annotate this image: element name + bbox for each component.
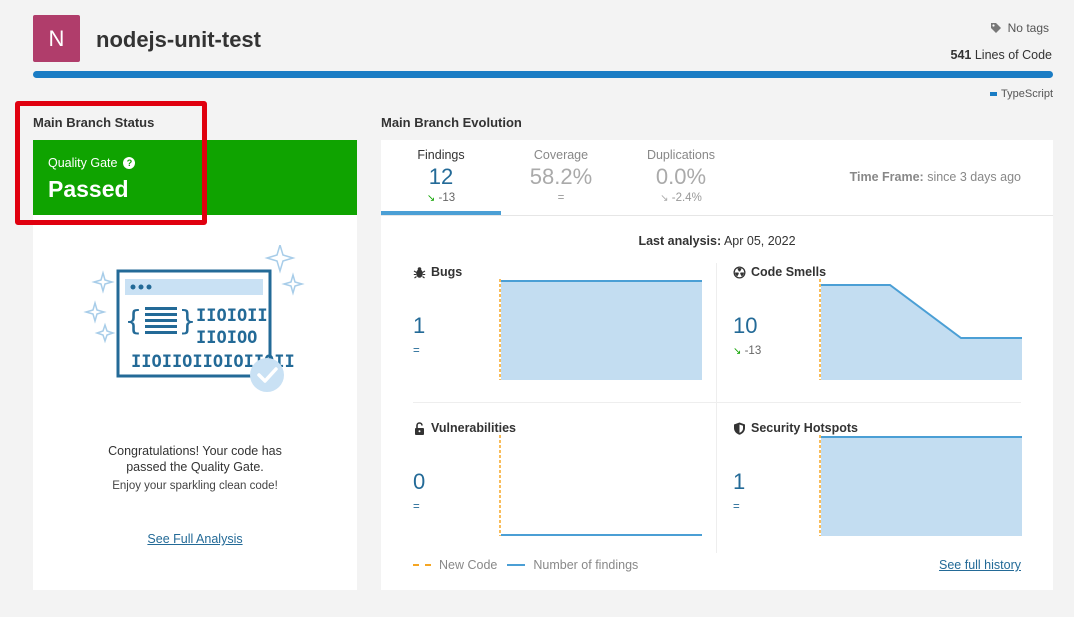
metric-code-smells-title: Code Smells — [733, 265, 826, 279]
metric-vulnerabilities-delta: = — [413, 501, 420, 513]
tab-duplications-delta: ↘ -2.4% — [660, 192, 702, 204]
svg-text:IIOIOII: IIOIOII — [196, 306, 268, 326]
congrats-subtext: Enjoy your sparkling clean code! — [112, 480, 278, 492]
project-avatar: N — [33, 15, 80, 62]
tab-duplications-label: Duplications — [646, 148, 716, 162]
tab-coverage-label: Coverage — [533, 148, 589, 162]
metric-bugs-value: 1 — [413, 313, 426, 338]
project-title[interactable]: nodejs-unit-test — [96, 27, 261, 53]
chart-legend: New Code Number of findings — [413, 558, 638, 572]
metric-vulnerabilities[interactable]: Vulnerabilities 0 = — [381, 421, 702, 565]
highlight-box — [15, 101, 207, 225]
metric-bugs[interactable]: Bugs 1 = — [381, 265, 702, 409]
metric-bugs-title: Bugs — [413, 265, 462, 279]
tags-label: No tags — [1007, 21, 1049, 35]
see-full-analysis-link[interactable]: See Full Analysis — [33, 532, 357, 546]
findings-area — [501, 281, 702, 380]
metric-security-hotspots-title: Security Hotspots — [733, 421, 858, 435]
legend-number-of-findings: Number of findings — [507, 558, 638, 572]
svg-text:IIOIOO: IIOIOO — [196, 328, 257, 348]
last-analysis: Last analysis: Apr 05, 2022 — [381, 234, 1053, 248]
metric-code-smells-label: Code Smells — [751, 265, 827, 279]
tab-duplications[interactable]: Duplications 0.0% ↘ -2.4% — [621, 140, 741, 215]
shield-icon — [734, 422, 745, 435]
congrats-line-2: passed the Quality Gate. — [126, 460, 264, 474]
language-distribution-bar — [33, 71, 1053, 78]
bug-icon — [413, 266, 426, 278]
tab-findings-delta: ↘ -13 — [426, 192, 456, 204]
tab-findings-label: Findings — [417, 148, 465, 162]
language-name: TypeScript — [1001, 88, 1053, 100]
project-tags[interactable]: No tags — [990, 21, 1049, 35]
metric-code-smells-delta: ↘ -13 — [733, 345, 762, 357]
svg-text:}: } — [179, 304, 196, 337]
metric-bugs-chart — [499, 279, 702, 380]
metric-bugs-label: Bugs — [431, 265, 463, 279]
evolution-card: Findings 12 ↘ -13 Coverage 58.2% = Dupli… — [381, 140, 1053, 590]
tabs-divider — [381, 215, 1053, 216]
congrats-message: Congratulations! Your code has passed th… — [33, 443, 357, 475]
arrow-down-icon: ↘ — [426, 193, 436, 204]
last-analysis-label: Last analysis: — [638, 234, 722, 248]
main-branch-evolution-title: Main Branch Evolution — [381, 115, 522, 130]
tab-coverage[interactable]: Coverage 58.2% = — [501, 140, 621, 215]
tab-coverage-value: 58.2% — [529, 164, 593, 189]
arrow-down-icon: ↘ — [660, 193, 669, 204]
tab-findings[interactable]: Findings 12 ↘ -13 — [381, 140, 501, 215]
congrats-line-1: Congratulations! Your code has — [108, 444, 282, 458]
see-full-history-link[interactable]: See full history — [939, 558, 1021, 572]
loc-label: Lines of Code — [974, 48, 1052, 62]
loc-count: 541 — [950, 48, 972, 62]
metric-vulnerabilities-label: Vulnerabilities — [431, 421, 516, 435]
tab-findings-value: 12 — [428, 164, 454, 189]
solid-line-icon — [507, 564, 526, 566]
lines-of-code: 541 Lines of Code — [951, 48, 1052, 62]
metric-code-smells[interactable]: Code Smells 10 ↘ -13 — [701, 265, 1022, 409]
radiation-icon — [733, 266, 746, 278]
tab-coverage-delta: = — [557, 192, 565, 204]
metric-vulnerabilities-title: Vulnerabilities — [413, 421, 516, 435]
legend-findings-label: Number of findings — [533, 558, 639, 572]
unlocked-padlock-icon — [415, 421, 424, 435]
metric-bugs-delta: = — [413, 345, 420, 357]
metric-code-smells-value: 10 — [733, 313, 758, 338]
metric-security-hotspots-value: 1 — [733, 469, 746, 494]
language-swatch — [990, 92, 998, 96]
svg-text:{: { — [125, 304, 142, 337]
time-frame: Time Frame: since 3 days ago — [850, 170, 1021, 184]
metric-vulnerabilities-value: 0 — [413, 469, 426, 494]
findings-area — [821, 437, 1022, 536]
language-legend: TypeScript — [990, 88, 1053, 100]
tab-duplications-value: 0.0% — [655, 164, 707, 189]
time-frame-value: since 3 days ago — [927, 170, 1021, 184]
last-analysis-date: Apr 05, 2022 — [723, 234, 796, 248]
tag-icon — [990, 23, 1001, 33]
time-frame-label: Time Frame: — [849, 170, 924, 184]
arrow-down-icon: ↘ — [733, 346, 742, 357]
metric-security-hotspots-label: Security Hotspots — [751, 421, 858, 435]
findings-area — [821, 285, 1022, 380]
metric-security-hotspots-chart — [819, 435, 1022, 536]
legend-new-code: New Code — [413, 558, 497, 572]
metric-security-hotspots-delta: = — [733, 501, 740, 513]
metric-vulnerabilities-chart — [499, 435, 702, 536]
legend-new-code-label: New Code — [439, 558, 498, 572]
metric-code-smells-chart — [819, 279, 1022, 380]
clean-code-illustration: { } IIOIOII IIOIOO IIOIIOIIOIOIIOII — [83, 245, 305, 392]
dashed-line-icon — [413, 564, 431, 566]
metric-security-hotspots[interactable]: Security Hotspots 1 = — [701, 421, 1022, 565]
